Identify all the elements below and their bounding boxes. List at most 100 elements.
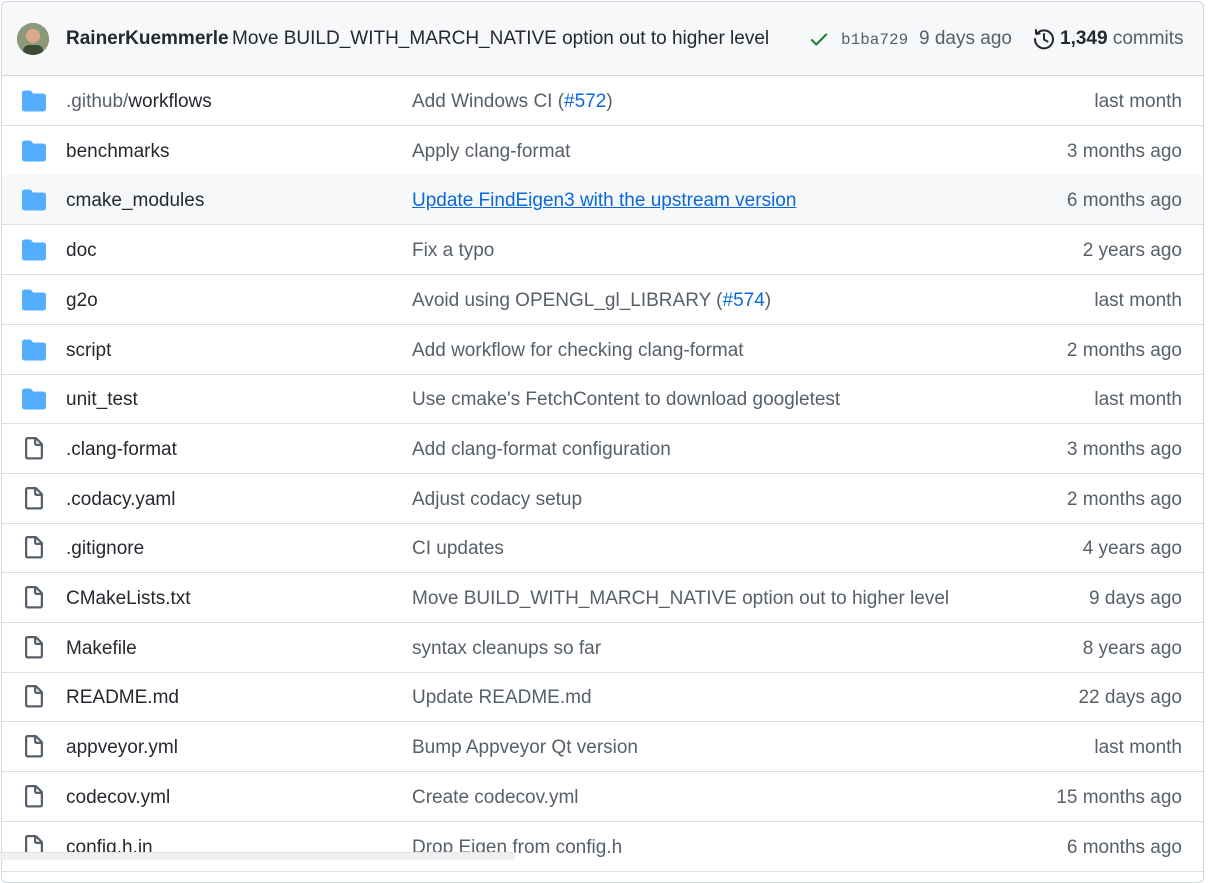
history-icon[interactable] xyxy=(1032,27,1056,51)
commit-message-text: CI updates xyxy=(412,538,504,560)
file-row[interactable]: doc Fix a typo 2 years ago xyxy=(2,225,1203,276)
folder-icon xyxy=(22,238,46,262)
file-row[interactable]: codecov.yml Create codecov.yml 15 months a… xyxy=(2,772,1203,822)
commit-message-link[interactable]: Add clang-format configuration xyxy=(412,439,671,461)
commit-count: 1,349 xyxy=(1060,28,1108,49)
commit-age: 15 months ago xyxy=(1056,786,1182,808)
file-name-link[interactable]: .gitignore xyxy=(66,538,144,560)
commit-age: 6 months ago xyxy=(1066,836,1182,858)
file-name-link[interactable]: Makefile xyxy=(66,638,137,660)
folder-name-link[interactable]: doc xyxy=(66,240,97,262)
entry-name: g2o xyxy=(66,289,98,311)
commit-message-text: syntax cleanups so far xyxy=(412,637,602,659)
file-row[interactable]: .github/workflows Add Windows CI (#572) la… xyxy=(2,76,1203,126)
commit-message-text: Move BUILD_WITH_MARCH_NATIVE option out … xyxy=(412,588,950,609)
folder-icon xyxy=(22,288,46,312)
file-row[interactable]: appveyor.yml Bump Appveyor Qt version last… xyxy=(2,722,1203,773)
file-row[interactable]: cmake_modules Update FindEigen3 with the … xyxy=(2,175,1203,226)
commit-message-link[interactable]: Move BUILD_WITH_MARCH_NATIVE option out … xyxy=(412,588,949,610)
file-row[interactable]: .gitignore CI updates 4 years ago xyxy=(2,523,1203,574)
folder-icon xyxy=(22,188,46,212)
commit-age: 6 months ago xyxy=(1066,190,1182,212)
file-icon xyxy=(22,536,46,560)
folder-name-link[interactable]: unit_test xyxy=(66,389,138,411)
commit-age: 2 months ago xyxy=(1066,339,1182,361)
entry-name: workflows xyxy=(128,91,212,112)
commit-message-link[interactable]: Create codecov.yml xyxy=(412,787,579,809)
commit-message-link[interactable]: Avoid using OPENGL_gl_LIBRARY (#574) xyxy=(412,290,771,312)
folder-icon xyxy=(22,387,46,411)
folder-name-link[interactable]: cmake_modules xyxy=(66,190,204,212)
file-icon xyxy=(22,486,46,511)
entry-name: README.md xyxy=(66,687,179,709)
folder-name-link[interactable]: script xyxy=(66,340,111,362)
check-icon[interactable] xyxy=(808,28,830,50)
entry-name: doc xyxy=(66,240,97,262)
entry-name: appveyor.yml xyxy=(66,737,178,759)
file-row[interactable]: unit_test Use cmake's FetchContent to dow… xyxy=(2,374,1203,425)
author-avatar[interactable] xyxy=(17,23,49,55)
commit-message-link[interactable]: CI updates xyxy=(412,538,504,560)
commit-message-link[interactable]: syntax cleanups so far xyxy=(412,638,601,660)
commit-message-text: Add Windows CI ( xyxy=(412,91,565,112)
file-row[interactable]: config.h.in Drop Eigen from config.h 6 mon… xyxy=(2,822,1203,872)
file-icon xyxy=(22,784,46,809)
commit-age: 4 years ago xyxy=(1082,538,1182,560)
commit-message-link[interactable]: Update README.md xyxy=(412,687,592,709)
commit-sha-link[interactable]: b1ba729 xyxy=(841,31,908,49)
file-icon xyxy=(22,685,46,709)
file-row[interactable]: .codacy.yaml Adjust codacy setup 2 months … xyxy=(2,474,1203,524)
entry-name: Makefile xyxy=(66,637,137,659)
file-row[interactable]: .clang-format Add clang-format configurat… xyxy=(2,424,1203,474)
commit-message-link[interactable]: Move BUILD_WITH_MARCH_NATIVE option out … xyxy=(232,28,769,50)
folder-name-link[interactable]: g2o xyxy=(66,290,98,312)
file-icon xyxy=(22,436,46,461)
pull-request-link[interactable]: #572 xyxy=(564,91,606,112)
commits-link[interactable]: 1,349 commits xyxy=(1060,28,1184,50)
commit-message-text: Add workflow for checking clang-format xyxy=(412,339,744,361)
commit-message-link[interactable]: Update FindEigen3 with the upstream vers… xyxy=(412,190,796,212)
file-name-link[interactable]: appveyor.yml xyxy=(66,737,178,759)
latest-commit-bar: RainerKuemmerle Move BUILD_WITH_MARCH_NA… xyxy=(2,2,1203,76)
commit-message-suffix: ) xyxy=(606,91,613,112)
commit-message-link[interactable]: Add Windows CI (#572) xyxy=(412,91,613,113)
file-row[interactable]: CMakeLists.txt Move BUILD_WITH_MARCH_NATI… xyxy=(2,573,1203,623)
file-row[interactable]: Makefile syntax cleanups so far 8 years ag… xyxy=(2,623,1203,673)
commit-message-text: Create codecov.yml xyxy=(412,786,579,808)
folder-name-link[interactable]: .github/workflows xyxy=(66,91,212,113)
commit-age: 2 months ago xyxy=(1066,488,1182,510)
file-row[interactable]: g2o Avoid using OPENGL_gl_LIBRARY (#574) l… xyxy=(2,275,1203,325)
file-row[interactable]: README.md Update README.md 22 days ago xyxy=(2,672,1203,723)
file-name-link[interactable]: README.md xyxy=(66,687,179,709)
commit-message-link[interactable]: Fix a typo xyxy=(412,240,494,262)
folder-icon xyxy=(22,338,46,362)
commit-message-text: Bump Appveyor Qt version xyxy=(412,737,638,759)
entry-name: .gitignore xyxy=(66,538,145,560)
commit-author-link[interactable]: RainerKuemmerle xyxy=(66,28,229,50)
file-row[interactable]: benchmarks Apply clang-format 3 months ago xyxy=(2,126,1203,176)
commit-message-link[interactable]: Adjust codacy setup xyxy=(412,489,582,511)
folder-name-link[interactable]: benchmarks xyxy=(66,141,170,163)
file-row[interactable]: script Add workflow for checking clang-fo… xyxy=(2,325,1203,375)
file-icon xyxy=(22,586,46,610)
commit-age: 2 years ago xyxy=(1082,240,1182,262)
commit-message-link[interactable]: Apply clang-format xyxy=(412,141,570,163)
commit-message-link[interactable]: Add workflow for checking clang-format xyxy=(412,340,744,362)
file-icon xyxy=(22,635,46,660)
path-prefix: .github/ xyxy=(66,91,129,112)
commit-message-suffix: ) xyxy=(764,289,772,311)
commit-message-text: Use cmake's FetchContent to download goo… xyxy=(412,389,841,411)
file-name-link[interactable]: .codacy.yaml xyxy=(66,489,175,511)
file-browser: RainerKuemmerle Move BUILD_WITH_MARCH_NA… xyxy=(1,1,1204,883)
pull-request-link[interactable]: #574 xyxy=(723,290,765,311)
file-name-link[interactable]: .clang-format xyxy=(66,439,177,461)
commit-age: 3 months ago xyxy=(1066,140,1182,162)
commit-age: last month xyxy=(1094,389,1182,411)
entry-name: benchmarks xyxy=(66,140,170,162)
commit-age: last month xyxy=(1094,91,1182,112)
file-name-link[interactable]: CMakeLists.txt xyxy=(66,588,191,610)
commit-message-link[interactable]: Use cmake's FetchContent to download goo… xyxy=(412,389,840,411)
commit-age: 9 days ago xyxy=(1089,588,1182,609)
commit-message-link[interactable]: Bump Appveyor Qt version xyxy=(412,737,638,759)
file-name-link[interactable]: codecov.yml xyxy=(66,787,170,809)
